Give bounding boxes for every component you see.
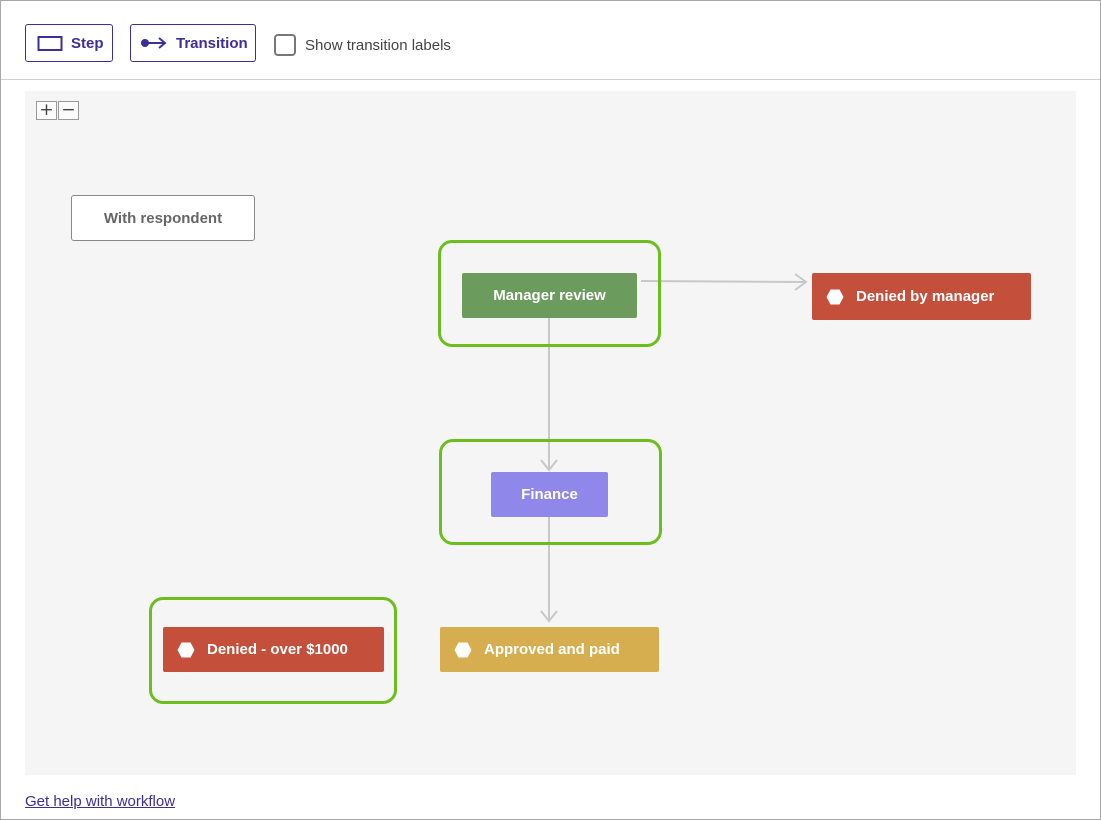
highlight-outline-manager-review [438, 240, 661, 347]
transition-arrow-icon [141, 37, 167, 49]
transition-manager-to-denied[interactable] [640, 273, 808, 291]
add-step-button[interactable]: Step [25, 24, 113, 62]
end-step-denied-by-manager[interactable]: Denied by manager [812, 273, 1031, 320]
end-step-hexagon-icon [826, 289, 844, 304]
end-step-denied-by-manager-label: Denied by manager [856, 288, 995, 305]
show-transition-labels-checkbox[interactable] [274, 34, 296, 56]
show-transition-labels-toggle[interactable]: Show transition labels [274, 32, 451, 58]
show-transition-labels-text: Show transition labels [305, 36, 451, 54]
add-transition-button[interactable]: Transition [130, 24, 256, 62]
step-with-respondent-label: With respondent [103, 209, 223, 227]
highlight-outline-finance [439, 439, 662, 545]
step-icon [37, 36, 63, 51]
add-transition-label: Transition [176, 34, 248, 52]
highlight-outline-denied-over-1000 [149, 597, 397, 704]
add-step-label: Step [71, 34, 104, 52]
end-step-approved-and-paid-label: Approved and paid [484, 641, 620, 658]
step-with-respondent[interactable]: With respondent [71, 195, 255, 241]
workflow-canvas[interactable]: + − With respondent Manager review Denie… [25, 91, 1076, 775]
workflow-editor: Step Transition Show transition labels +… [0, 0, 1101, 820]
end-step-hexagon-icon [454, 642, 472, 657]
end-step-approved-and-paid[interactable]: Approved and paid [440, 627, 659, 672]
help-link[interactable]: Get help with workflow [25, 793, 175, 810]
toolbar: Step Transition Show transition labels [1, 1, 1100, 80]
